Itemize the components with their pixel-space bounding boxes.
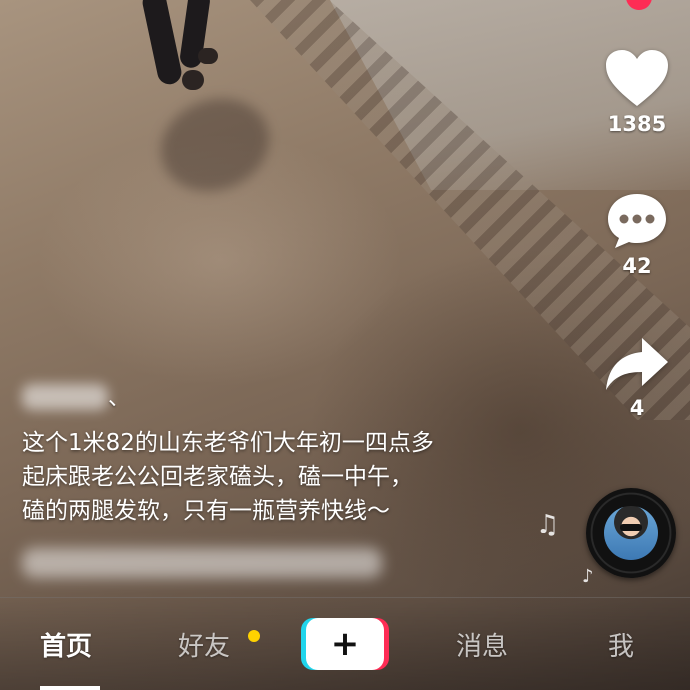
video-caption[interactable]: 这个1米82的山东老爷们大年初一四点多 起床跟老公公回老家磕头，磕一中午， 磕的…	[22, 426, 542, 528]
music-disc[interactable]	[586, 488, 676, 578]
walking-person	[140, 0, 220, 100]
sunglasses-icon	[620, 524, 642, 531]
heart-icon	[606, 50, 668, 106]
share-arrow-icon	[606, 338, 668, 390]
caption-line: 这个1米82的山东老爷们大年初一四点多	[22, 430, 434, 456]
music-info[interactable]	[22, 540, 382, 584]
blurred-music-title	[22, 548, 382, 578]
tab-home-indicator	[40, 686, 100, 690]
create-button[interactable]: +	[301, 618, 389, 670]
blurred-username	[22, 384, 108, 410]
comment-count: 42	[622, 254, 652, 278]
music-note-icon: ♪	[582, 566, 594, 587]
tab-home[interactable]: 首页	[40, 626, 92, 663]
comment-button[interactable]: 42	[602, 190, 672, 278]
like-count: 1385	[607, 112, 667, 136]
share-button[interactable]: 4	[602, 336, 672, 420]
plus-icon: +	[330, 624, 360, 664]
author-username[interactable]: 、	[22, 378, 132, 412]
tab-me[interactable]: 我	[608, 626, 634, 663]
caption-line: 磕的两腿发软，只有一瓶营养快线～	[22, 498, 390, 524]
share-count: 4	[629, 396, 645, 420]
like-button[interactable]: 1385	[602, 48, 672, 136]
bottom-navigation: 首页 好友 + 消息 我	[0, 597, 690, 690]
tab-friends[interactable]: 好友	[178, 626, 230, 663]
music-note-icon: ♫	[536, 510, 560, 540]
username-suffix: 、	[108, 386, 131, 411]
friends-notification-dot	[248, 630, 260, 642]
tab-messages[interactable]: 消息	[456, 626, 508, 663]
caption-line: 起床跟老公公回老家磕头，磕一中午，	[22, 464, 413, 490]
comment-bubble-icon	[608, 194, 666, 248]
disc-avatar	[604, 506, 658, 560]
